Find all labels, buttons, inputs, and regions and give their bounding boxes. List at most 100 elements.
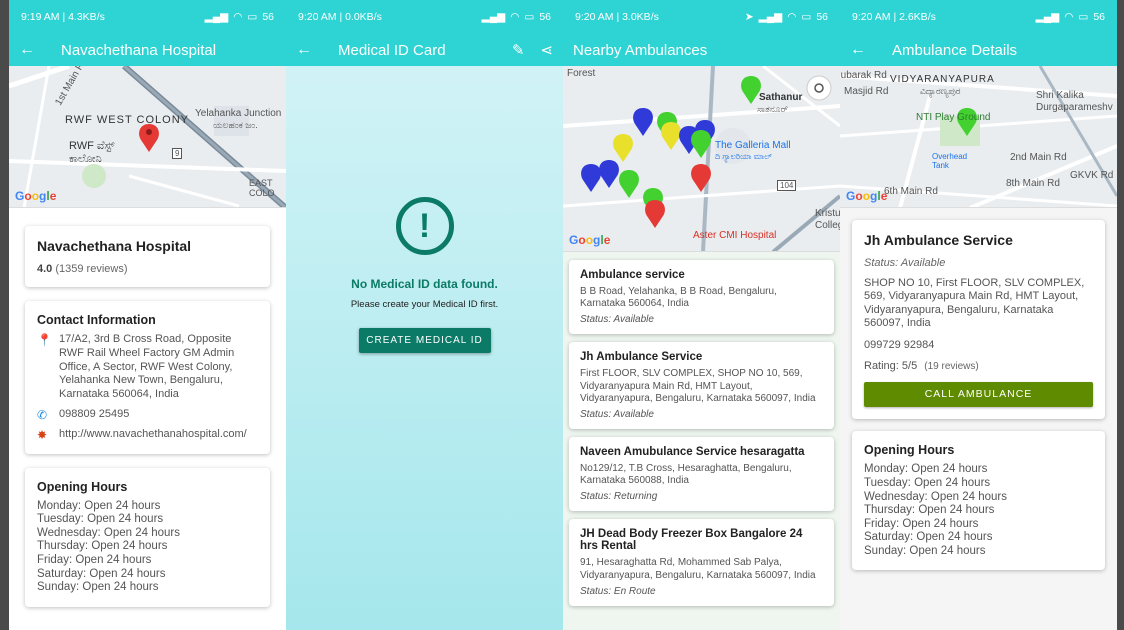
opening-hours-card: Opening Hours Monday: Open 24 hours Tues… [852, 431, 1105, 571]
map-label: Overhead Tank [932, 152, 968, 171]
ambulance-address: 91, Hesaraghatta Rd, Mohammed Sab Palya,… [580, 557, 816, 581]
hospital-map[interactable]: 1st Main Rd RWF WEST COLONY RWF ವೆಸ್ಟ್ ಕ… [9, 66, 286, 208]
map-label: 6th Main Rd [884, 186, 938, 197]
road-shield: 9 [172, 148, 183, 160]
status-time: 9:20 AM | 0.0KB/s [298, 11, 382, 23]
map-label: The Galleria Mall [715, 140, 791, 151]
screen-hospital-details: 9:19 AM | 4.3KB/s ▂▄▆ ◠ ▭ 56 ← Navacheth… [9, 0, 286, 630]
page-title: Ambulance Details [892, 41, 1018, 59]
website-row[interactable]: ✸ http://www.navachethanahospital.com/ [37, 428, 258, 442]
call-ambulance-button[interactable]: CALL AMBULANCE [864, 382, 1093, 408]
ambulance-location-map[interactable]: Bubarak Rd VIDYARANYAPURA Masjid Rd ವಿದ್… [840, 66, 1117, 208]
ambulance-address: B B Road, Yelahanka, B B Road, Bengaluru… [580, 286, 777, 310]
hours-line: Wednesday: Open 24 hours [864, 490, 1007, 503]
ambulance-name: Naveen Amubulance Service hesaragatta [580, 445, 805, 458]
ambulance-rating: Rating: 5/5 [864, 360, 918, 373]
battery-level: 56 [1093, 11, 1105, 23]
signal-icon: ▂▄▆ [1035, 11, 1060, 23]
status-bar: 9:20 AM | 2.6KB/s ▂▄▆ ◠ ▭ 56 [840, 0, 1117, 34]
map-label: ಯಲಹಂಕ ಜಂ. [213, 120, 258, 130]
back-arrow-icon[interactable]: ← [850, 41, 872, 59]
signal-icon: ▂▄▆ [204, 11, 229, 23]
battery-icon: ▭ [801, 11, 812, 23]
ambulance-address: SHOP NO 10, First FLOOR, SLV COMPLEX, 56… [864, 277, 1085, 330]
empty-subtitle: Please create your Medical ID first. [350, 299, 499, 310]
location-icon: ➤ [744, 11, 754, 23]
wifi-icon: ◠ [787, 11, 797, 23]
hours-line: Saturday: Open 24 hours [37, 567, 166, 580]
map-label: RWF ವೆಸ್ಟ್ ಕಾಲೋನಿ [69, 140, 115, 165]
page-title: Medical ID Card [338, 41, 446, 59]
hours-line: Tuesday: Open 24 hours [864, 476, 991, 489]
map-label: Kristu [815, 208, 840, 219]
signal-icon: ▂▄▆ [481, 11, 506, 23]
ambulance-phone: 099729 92984 [864, 338, 935, 351]
hours-line: Thursday: Open 24 hours [864, 504, 995, 517]
ambulance-card[interactable]: Naveen Amubulance Service hesaragatta No… [569, 436, 834, 512]
address-text: 17/A2, 3rd B Cross Road, Opposite RWF Ra… [59, 333, 235, 400]
hours-line: Wednesday: Open 24 hours [37, 526, 180, 539]
map-label: Forest [567, 68, 596, 79]
ambulance-list: Ambulance service B B Road, Yelahanka, B… [563, 252, 840, 630]
ambulance-card[interactable]: JH Dead Body Freezer Box Bangalore 24 hr… [569, 519, 834, 606]
wifi-icon: ◠ [510, 11, 520, 23]
ambulance-status: Status: En Route [580, 585, 656, 597]
hours-title: Opening Hours [37, 479, 128, 494]
battery-icon: ▭ [247, 11, 258, 23]
hospital-rating: 4.0 [37, 263, 53, 275]
screen-medical-id: 9:20 AM | 0.0KB/s ▂▄▆ ◠ ▭ 56 ← Medical I… [286, 0, 563, 630]
page-title: Nearby Ambulances [573, 41, 708, 59]
map-label: EAST COLO [249, 178, 275, 199]
status-time: 9:20 AM | 2.6KB/s [852, 11, 936, 23]
map-label: Yelahanka Junction [195, 108, 282, 119]
hours-line: Tuesday: Open 24 hours [37, 513, 164, 526]
ambulance-card[interactable]: Jh Ambulance Service First FLOOR, SLV CO… [569, 342, 834, 429]
map-pin-icon: 📍 [37, 333, 52, 347]
create-medical-id-button[interactable]: CREATE MEDICAL ID [358, 328, 491, 353]
website-link[interactable]: http://www.navachethanahospital.com/ [59, 428, 247, 442]
ambulance-status: Status: Returning [580, 491, 658, 503]
map-label: ಸಾತನೂರ್ [757, 104, 789, 114]
back-arrow-icon[interactable]: ← [19, 41, 41, 59]
screen-nearby-ambulances: 9:20 AM | 3.0KB/s ➤ ▂▄▆ ◠ ▭ 56 Nearby Am… [563, 0, 840, 630]
address-row[interactable]: 📍 17/A2, 3rd B Cross Road, Opposite RWF … [37, 333, 258, 402]
status-time: 9:20 AM | 3.0KB/s [575, 11, 659, 23]
app-bar: ← Ambulance Details [840, 34, 1117, 66]
phone-text: 098809 25495 [59, 407, 130, 420]
status-bar: 9:20 AM | 3.0KB/s ➤ ▂▄▆ ◠ ▭ 56 [563, 0, 840, 34]
status-time: 9:19 AM | 4.3KB/s [21, 11, 105, 23]
hours-line: Monday: Open 24 hours [864, 463, 988, 476]
status-bar: 9:20 AM | 0.0KB/s ▂▄▆ ◠ ▭ 56 [286, 0, 563, 34]
google-logo: Google [569, 233, 611, 247]
edit-icon[interactable]: ✎ [512, 41, 525, 59]
contact-title: Contact Information [37, 313, 156, 327]
hours-line: Sunday: Open 24 hours [37, 581, 159, 594]
share-icon[interactable]: ⋖ [540, 41, 553, 59]
hours-line: Monday: Open 24 hours [37, 499, 161, 512]
ambulance-details-card: Jh Ambulance Service Status: Available S… [852, 220, 1105, 420]
hospital-name: Navachethana Hospital [37, 238, 192, 254]
status-bar: 9:19 AM | 4.3KB/s ▂▄▆ ◠ ▭ 56 [9, 0, 286, 34]
ambulance-name: Ambulance service [580, 269, 685, 281]
app-bar: ← Navachethana Hospital [9, 34, 286, 66]
map-label: Aster CMI Hospital [693, 230, 777, 241]
ambulance-reviews: (19 reviews) [924, 361, 979, 373]
ambulance-map[interactable]: Forest Sathanur ಸಾತನೂರ್ The Galleria Mal… [563, 66, 840, 252]
hours-line: Sunday: Open 24 hours [864, 544, 986, 557]
map-label: NTI Play Ground [916, 112, 991, 123]
hospital-header-card: Navachethana Hospital 4.0 (1359 reviews) [25, 226, 270, 287]
back-arrow-icon[interactable]: ← [296, 41, 318, 59]
contact-card: Contact Information 📍 17/A2, 3rd B Cross… [25, 301, 270, 454]
ambulance-address: No129/12, T.B Cross, Hesaraghatta, Benga… [580, 462, 792, 487]
map-label: Shri Kalika [1036, 90, 1084, 101]
map-label: 8th Main Rd [1006, 178, 1060, 189]
phone-row[interactable]: ✆ 098809 25495 [37, 408, 258, 422]
ambulance-status: Status: Available [580, 314, 654, 326]
ambulance-card[interactable]: Ambulance service B B Road, Yelahanka, B… [569, 260, 834, 335]
map-graphic [9, 66, 286, 207]
opening-hours-card: Opening Hours Monday: Open 24 hours Tues… [25, 467, 270, 607]
my-location-button[interactable] [799, 78, 835, 102]
battery-icon: ▭ [1078, 11, 1089, 23]
hours-line: Thursday: Open 24 hours [37, 540, 168, 553]
hours-list: Monday: Open 24 hours Tuesday: Open 24 h… [864, 463, 1093, 558]
